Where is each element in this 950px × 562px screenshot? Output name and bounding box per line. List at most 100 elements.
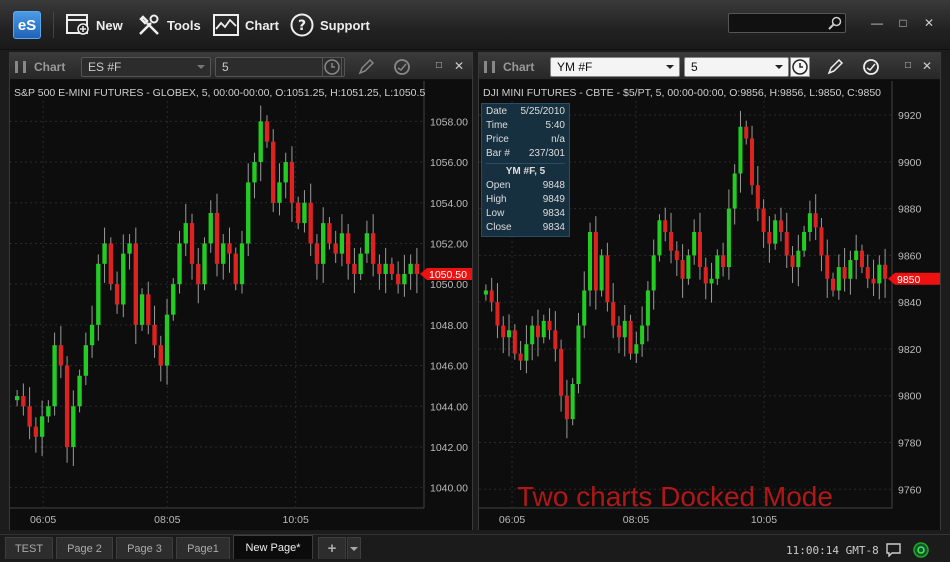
candle-body (865, 267, 870, 279)
candle-body (645, 290, 650, 326)
candle-body (755, 185, 760, 209)
pencil-icon[interactable] (356, 57, 376, 77)
x-tick-label: 06:05 (499, 514, 525, 526)
candle-body (767, 231, 772, 244)
price-value: n/a (551, 134, 565, 145)
close-panel-icon[interactable]: ✕ (452, 59, 466, 73)
clock-icon[interactable] (790, 57, 810, 77)
right-chart-panel: Chart YM #F 5 □ ✕ 9760 9780 9800 9820 9840 98… (478, 52, 941, 530)
new-button[interactable]: New (66, 12, 123, 38)
candle-body (778, 220, 783, 232)
date-value: 5/25/2010 (520, 106, 566, 117)
search-icon[interactable] (828, 16, 842, 30)
candle-body (559, 348, 564, 396)
candle-body (495, 302, 500, 326)
help-icon: ? (290, 13, 314, 37)
clock-icon[interactable] (322, 57, 342, 77)
y-tick-label: 9800 (898, 391, 922, 403)
candle-body (599, 255, 604, 291)
left-symbol-select[interactable]: ES #F (81, 57, 211, 77)
pages-menu-button[interactable] (347, 537, 361, 559)
candle-body (171, 284, 176, 315)
overlay-caption: Two charts Docked Mode (517, 481, 833, 512)
x-tick-label: 10:05 (751, 514, 777, 526)
right-interval-select[interactable]: 5 (684, 57, 789, 77)
left-chart-plot[interactable]: 1040.00 1042.00 1044.00 1046.00 1048.00 1050.… (10, 81, 472, 530)
search-input[interactable] (729, 15, 825, 33)
float-panel-icon[interactable]: □ (432, 59, 446, 73)
app-logo[interactable]: eS (13, 11, 41, 39)
app-window: eS New Tools Chart ? Support — □ ✕ Chart (0, 0, 950, 562)
drag-handle-icon[interactable] (484, 61, 495, 73)
candle-body (39, 416, 45, 437)
candle-body (414, 263, 420, 274)
y-tick-label: 1044.00 (430, 401, 468, 413)
right-symbol-select[interactable]: YM #F (550, 57, 680, 77)
close-panel-icon[interactable]: ✕ (920, 59, 934, 73)
minimize-icon[interactable]: — (870, 16, 884, 30)
candle-body (102, 243, 107, 264)
pencil-icon[interactable] (825, 57, 845, 77)
candle-body (133, 243, 138, 325)
chart-button[interactable]: Chart (213, 12, 279, 38)
restore-icon[interactable]: □ (896, 16, 910, 30)
refresh-icon[interactable] (861, 57, 881, 77)
candle-body (383, 263, 388, 274)
close-label: Close (486, 222, 512, 233)
candle-body (883, 264, 888, 279)
page-tab[interactable]: Page 2 (56, 537, 113, 559)
candle-body (345, 233, 351, 264)
candle-body (715, 255, 720, 279)
connection-status-icon[interactable] (913, 542, 929, 558)
refresh-icon[interactable] (392, 57, 412, 77)
candle-body (27, 406, 32, 427)
bar-value: 237/301 (528, 148, 565, 159)
candle-body (692, 231, 697, 256)
candle-body (227, 243, 232, 254)
chevron-down-icon (775, 65, 783, 69)
left-candlestick-chart[interactable]: 1040.00 1042.00 1044.00 1046.00 1048.00 1050.… (10, 81, 472, 530)
candle-body (564, 395, 569, 420)
add-page-button[interactable]: + (318, 537, 346, 559)
candle-body (703, 267, 708, 284)
new-window-icon (66, 14, 89, 35)
chat-icon[interactable] (886, 543, 901, 557)
chevron-down-icon (197, 65, 205, 69)
search-box[interactable] (728, 13, 846, 33)
y-tick-label: 9780 (898, 438, 922, 450)
right-chart-plot[interactable]: 9760 9780 9800 9820 9840 9860 9880 9900 9920 06:0… (479, 81, 940, 530)
candle-body (732, 173, 737, 209)
chevron-down-icon (350, 546, 358, 551)
candle-body (640, 325, 645, 345)
time-value: 5:40 (545, 120, 565, 131)
candle-body (127, 243, 132, 254)
y-tick-label: 9900 (898, 157, 922, 169)
candle-body (512, 330, 517, 354)
candle-body (605, 255, 610, 303)
tools-button[interactable]: Tools (137, 12, 201, 38)
candle-body (289, 162, 295, 203)
float-panel-icon[interactable]: □ (901, 59, 915, 73)
candle-body (89, 324, 95, 346)
bar-label: Bar # (486, 148, 510, 159)
drag-handle-icon[interactable] (15, 61, 26, 73)
candle-body (859, 250, 864, 268)
candle-body (616, 325, 621, 338)
candle-body (239, 243, 245, 285)
page-tab[interactable]: TEST (5, 537, 53, 559)
page-tab[interactable]: Page 3 (116, 537, 173, 559)
close-icon[interactable]: ✕ (922, 16, 936, 30)
right-symbol-value: YM #F (557, 60, 593, 74)
candle-body (164, 314, 170, 366)
candle-body (139, 294, 145, 325)
chevron-down-icon (666, 65, 674, 69)
support-button[interactable]: ? Support (290, 12, 370, 38)
x-tick-label: 10:05 (283, 514, 309, 526)
toolbar-divider (53, 12, 54, 38)
candle-body (308, 202, 313, 244)
candle-body (339, 233, 345, 254)
candle-body (582, 290, 587, 326)
page-tab[interactable]: Page1 (176, 537, 230, 559)
page-tab-active[interactable]: New Page* (233, 535, 313, 559)
candle-body (358, 253, 363, 274)
